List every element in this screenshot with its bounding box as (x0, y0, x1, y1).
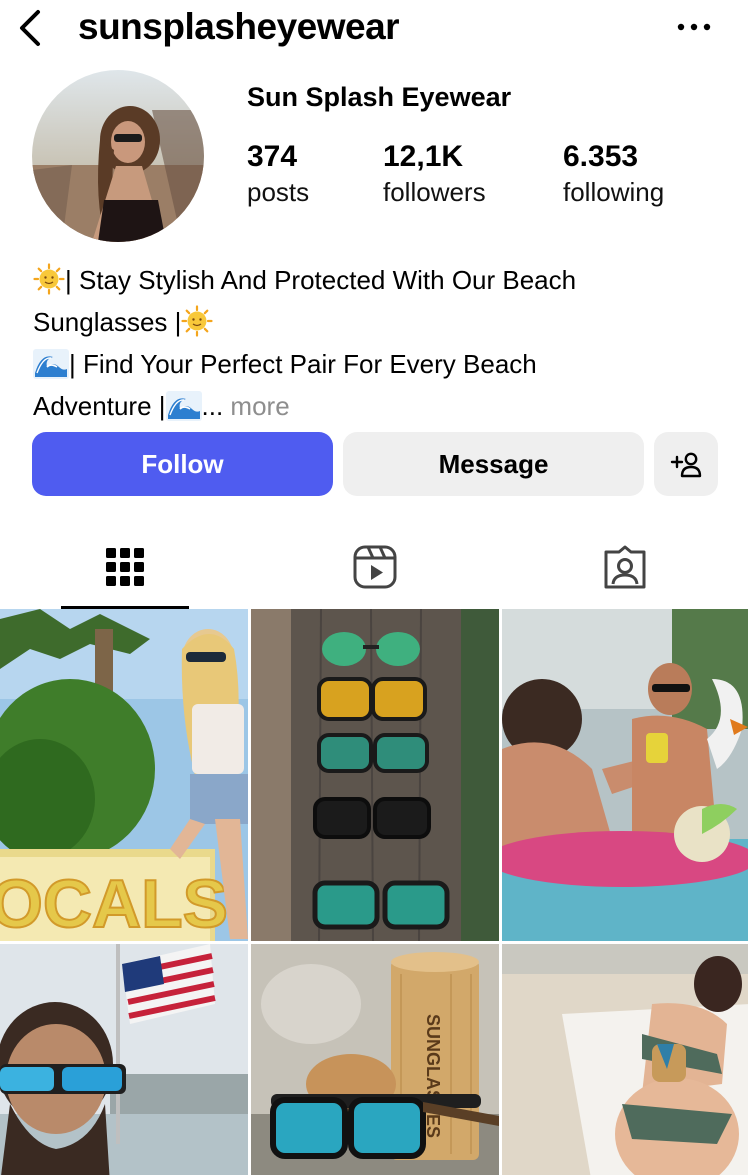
sun-with-face-icon (181, 305, 214, 346)
following-count: 6.353 (563, 140, 639, 173)
bio-line: | Find Your Perfect Pair For Every Beach (33, 346, 723, 388)
tab-grid[interactable] (61, 525, 189, 609)
posts-stat[interactable]: 374 posts (247, 140, 309, 210)
following-stat[interactable]: 6.353 following (563, 140, 664, 210)
profile-bio: | Stay Stylish And Protected With Our Be… (33, 262, 723, 430)
posts-label: posts (247, 177, 310, 207)
ellipsis-icon (677, 23, 711, 31)
tab-reels[interactable] (311, 525, 439, 609)
bio-text: | Stay Stylish And Protected With Our Be… (65, 265, 577, 295)
followers-count: 12,1K (383, 140, 464, 173)
tab-tagged[interactable] (561, 525, 689, 609)
post-thumbnail[interactable]: SUNGLASSES (251, 944, 499, 1175)
followers-label: followers (383, 177, 486, 207)
bio-line: | Stay Stylish And Protected With Our Be… (33, 262, 723, 304)
more-options-button[interactable] (672, 12, 716, 42)
top-bar: sunsplasheyewear (0, 0, 748, 58)
post-thumbnail[interactable] (502, 944, 748, 1175)
profile-tabs (0, 525, 748, 609)
post-thumbnail[interactable]: OCALS (0, 609, 248, 941)
bio-line: Sunglasses | (33, 304, 723, 346)
back-button[interactable] (14, 8, 48, 48)
message-button[interactable]: Message (343, 432, 644, 496)
water-wave-icon (33, 349, 69, 388)
bio-text: Adventure | (33, 391, 166, 421)
bio-ellipsis: ... (201, 391, 224, 421)
post-thumbnail[interactable] (0, 944, 248, 1175)
reels-icon (353, 545, 397, 589)
posts-count: 374 (247, 140, 298, 173)
grid-icon (106, 548, 144, 586)
water-wave-icon (165, 391, 202, 430)
tagged-icon (604, 545, 646, 589)
bio-text: | Find Your Perfect Pair For Every Beach (69, 349, 537, 379)
display-name: Sun Splash Eyewear (247, 82, 512, 112)
add-user-button[interactable] (654, 432, 718, 496)
sun-with-face-icon (33, 263, 65, 304)
bio-line: Adventure | ... more (33, 388, 723, 430)
followers-stat[interactable]: 12,1K followers (383, 140, 486, 210)
profile-handle: sunsplasheyewear (78, 6, 400, 47)
post-thumbnail[interactable] (251, 609, 499, 941)
chevron-left-icon (20, 10, 40, 46)
following-label: following (563, 177, 665, 207)
add-user-icon (670, 452, 702, 478)
posts-grid: OCALS SUNGLASSES (0, 609, 748, 1175)
bio-text: Sunglasses | (33, 307, 182, 337)
bio-more-link[interactable]: more (230, 391, 289, 421)
profile-avatar[interactable] (32, 70, 204, 242)
svg-text:OCALS: OCALS (0, 866, 228, 941)
post-thumbnail[interactable] (502, 609, 748, 941)
follow-button[interactable]: Follow (32, 432, 333, 496)
